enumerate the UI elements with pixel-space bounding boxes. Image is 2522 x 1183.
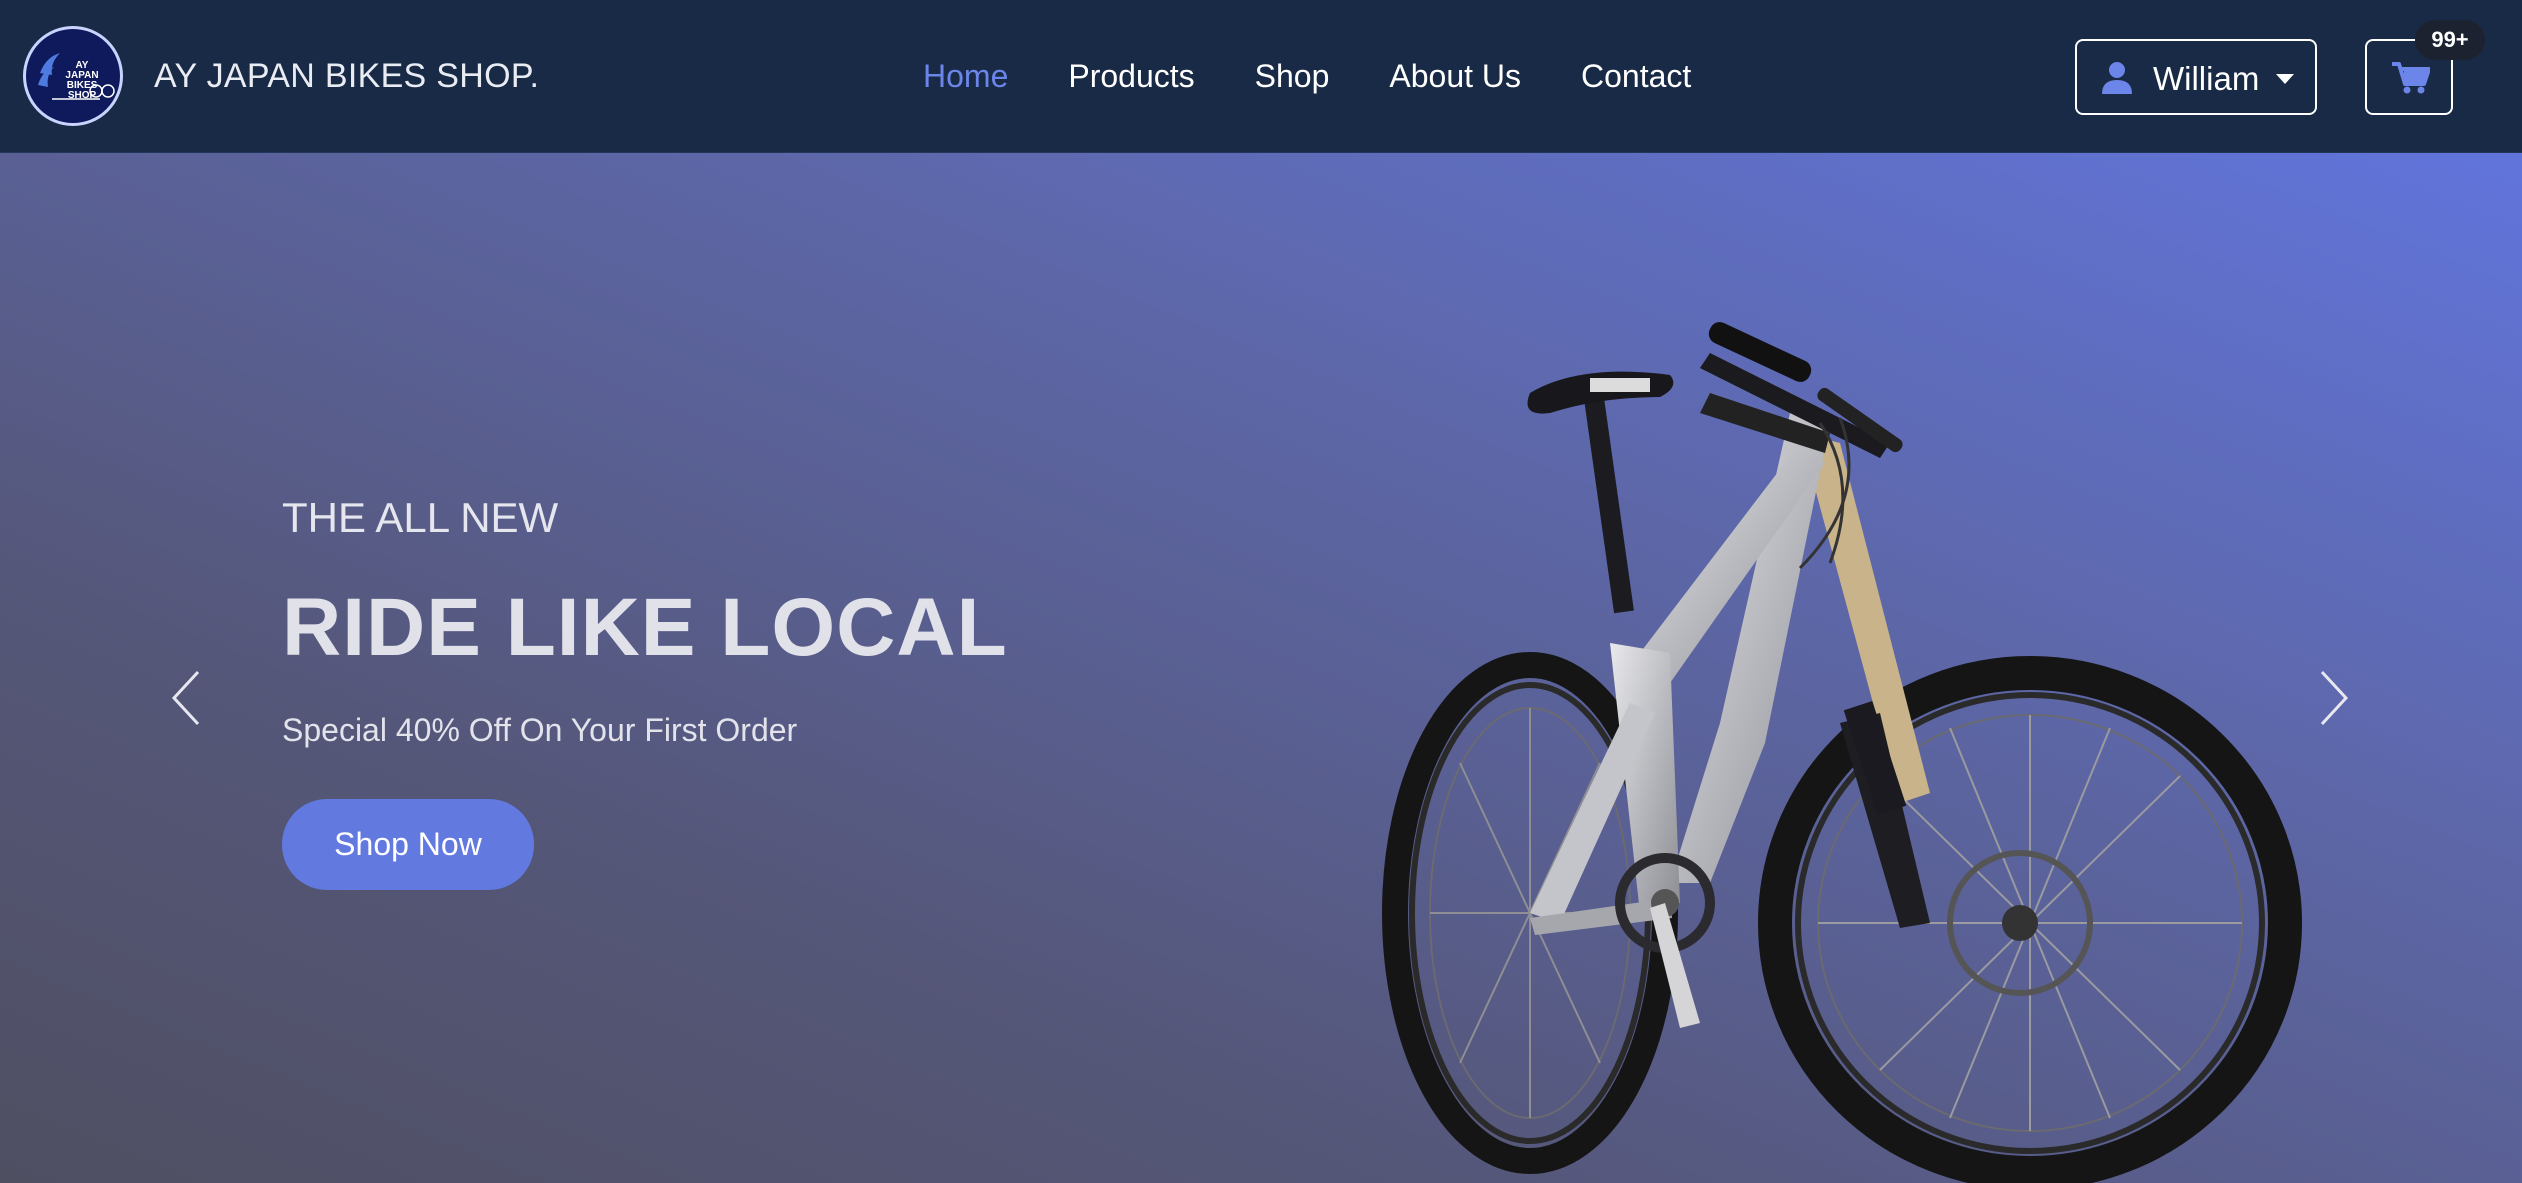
navbar: AY JAPAN BIKES SHOP AY JAPAN BIKES SHOP.… <box>0 0 2522 153</box>
mountain-bike-image <box>1382 322 2302 1183</box>
nav-link-about-us[interactable]: About Us <box>1389 56 1521 96</box>
brand-name[interactable]: AY JAPAN BIKES SHOP. <box>154 56 539 96</box>
cart-count-badge: 99+ <box>2415 20 2485 60</box>
shop-now-button[interactable]: Shop Now <box>282 799 534 890</box>
chevron-down-icon <box>2276 74 2294 84</box>
brand-logo[interactable]: AY JAPAN BIKES SHOP <box>23 26 123 126</box>
nav-link-home[interactable]: Home <box>923 56 1008 96</box>
nav-link-contact[interactable]: Contact <box>1581 56 1691 96</box>
hero-kicker: THE ALL NEW <box>282 494 559 541</box>
user-menu-button[interactable]: William <box>2075 39 2317 115</box>
nav-link-shop[interactable]: Shop <box>1255 56 1330 96</box>
cart-icon <box>2392 62 2430 94</box>
logo-text: AY JAPAN BIKES SHOP <box>65 60 99 101</box>
hero-subtitle: Special 40% Off On Your First Order <box>282 712 798 748</box>
front-fork <box>1800 433 1930 928</box>
saddle <box>1527 371 1674 614</box>
user-name: William <box>2153 60 2260 97</box>
main-nav: Home Products Shop About Us Contact <box>923 56 1691 96</box>
hero-carousel: THE ALL NEW RIDE LIKE LOCAL Special 40% … <box>0 153 2522 1183</box>
user-icon <box>2102 62 2132 94</box>
carousel-prev-icon[interactable] <box>168 668 204 728</box>
hero-title: RIDE LIKE LOCAL <box>282 582 1008 673</box>
nav-link-products[interactable]: Products <box>1068 56 1194 96</box>
